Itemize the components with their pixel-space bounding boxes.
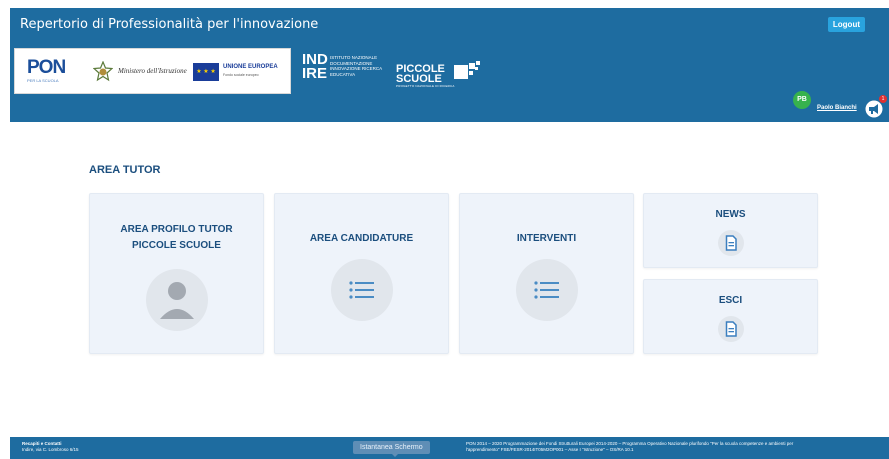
indire-logo-bottom: IRE [302, 65, 328, 82]
card-area-profilo-tutor[interactable]: AREA PROFILO TUTOR PICCOLE SCUOLE [89, 193, 264, 354]
pon-logo-text: PON [27, 57, 66, 78]
footer-program-info: PON 2014 – 2020 Programmazione dei Fondi… [466, 441, 876, 453]
card-interventi[interactable]: INTERVENTI [459, 193, 634, 354]
list-icon [349, 281, 374, 299]
piccole-scuole-logo: PICCOLE SCUOLE PROGETTO NAZIONALE DI RIC… [396, 61, 480, 88]
card-title-profilo-line1: AREA PROFILO TUTOR [120, 224, 233, 235]
indire-logo: IND IRE ISTITUTO NAZIONALE DOCUMENTAZION… [302, 52, 382, 82]
profile-circle [146, 269, 208, 331]
footer: Recapiti e Contatti Indire, via C. Lombr… [10, 437, 889, 459]
eu-logo-text: UNIONE EUROPEA [223, 64, 278, 70]
eu-logo-subtitle: Fondo sociale europeo [223, 73, 259, 77]
card-esci[interactable]: ESCI [643, 279, 818, 354]
eu-logo: UNIONE EUROPEA Fondo sociale europeo [223, 63, 278, 79]
notification-badge: 1 [879, 95, 887, 103]
card-news[interactable]: NEWS [643, 193, 818, 268]
footer-contacts-address: Indire, via C. Lombroso 6/15 [22, 447, 79, 452]
footer-contacts-title: Recapiti e Contatti [22, 441, 62, 446]
user-name-link[interactable]: Paolo Bianchi [817, 105, 857, 111]
document-icon [725, 321, 737, 337]
card-title-candidature: AREA CANDIDATURE [309, 233, 414, 244]
interventi-circle [516, 259, 578, 321]
footer-contacts: Recapiti e Contatti Indire, via C. Lombr… [22, 441, 79, 453]
eu-flag-icon: ★ ★ ★ [193, 63, 219, 81]
user-avatar-icon [160, 282, 194, 319]
card-title-esci: ESCI [718, 295, 743, 306]
news-circle [718, 230, 744, 256]
ministero-logo-text: Ministero dell'Istruzione [118, 67, 187, 75]
candidature-circle [331, 259, 393, 321]
card-title-news: NEWS [715, 209, 746, 220]
logout-button[interactable]: Logout [827, 17, 865, 32]
italian-republic-emblem-icon [93, 61, 113, 82]
user-avatar[interactable]: PB [793, 91, 811, 109]
snapshot-caret-icon [391, 453, 399, 457]
footer-program-line2: l'apprendimento" FSE/FESR-2014IT05M2OP00… [466, 447, 634, 452]
piccole-logo-line2: SCUOLE [396, 73, 442, 85]
partner-logos: PON PER LA SCUOLA Ministero dell'Istruzi… [14, 48, 291, 94]
list-icon [534, 281, 559, 299]
app-title: Repertorio di Professionalità per l'inno… [20, 17, 319, 32]
megaphone-icon[interactable] [865, 100, 883, 118]
esci-circle [718, 316, 744, 342]
piccole-scuole-mark-icon [454, 61, 480, 79]
section-title: AREA TUTOR [89, 164, 161, 176]
pon-logo-subtitle: PER LA SCUOLA [27, 78, 59, 83]
document-icon [725, 235, 737, 251]
piccole-logo-caption: PROGETTO NAZIONALE DI RICERCA [396, 84, 455, 88]
card-area-candidature[interactable]: AREA CANDIDATURE [274, 193, 449, 354]
pon-logo: PON PER LA SCUOLA [27, 58, 67, 86]
indire-logo-caption: ISTITUTO NAZIONALE DOCUMENTAZIONE INNOVA… [330, 55, 382, 77]
card-title-profilo-line2: PICCOLE SCUOLE [132, 240, 221, 251]
card-title-interventi: INTERVENTI [516, 233, 577, 244]
